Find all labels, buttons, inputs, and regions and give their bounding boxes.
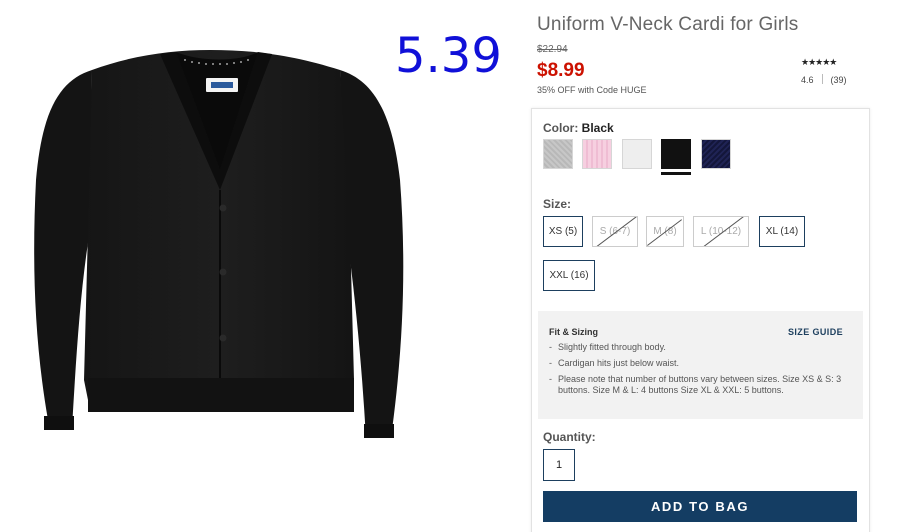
left-sleeve — [34, 70, 92, 428]
fit-note: Please note that number of buttons vary … — [549, 374, 854, 396]
size-label: Size: — [543, 197, 572, 211]
quantity-input[interactable]: 1 — [543, 449, 575, 481]
rating-separator — [821, 74, 823, 84]
selected-swatch-indicator — [661, 172, 691, 175]
rating-value: 4.6 — [801, 75, 814, 85]
product-image — [34, 50, 404, 438]
selected-color: Black — [581, 121, 614, 135]
fit-sizing-box: Fit & Sizing SIZE GUIDE Slightly fitted … — [538, 311, 863, 419]
product-title: Uniform V-Neck Cardi for Girls — [537, 14, 799, 35]
sale-price: $8.99 — [537, 60, 585, 81]
swatch-navy[interactable] — [701, 139, 731, 169]
fit-sizing-title: Fit & Sizing — [549, 327, 598, 337]
promo-text: 35% OFF with Code HUGE — [537, 85, 647, 95]
ribbed-hem — [88, 378, 354, 412]
size-option-s[interactable]: S (6-7) — [592, 216, 638, 247]
size-option-l[interactable]: L (10-12) — [693, 216, 749, 247]
original-price: $22.94 — [537, 44, 568, 55]
swatch-white[interactable] — [622, 139, 652, 169]
size-guide-link[interactable]: SIZE GUIDE — [788, 327, 843, 337]
size-option-m[interactable]: M (8) — [646, 216, 684, 247]
swatch-pink[interactable] — [582, 139, 612, 169]
add-to-bag-button[interactable]: ADD TO BAG — [543, 491, 857, 522]
size-option-xs[interactable]: XS (5) — [543, 216, 583, 247]
size-option-xl[interactable]: XL (14) — [759, 216, 805, 247]
fit-note: Slightly fitted through body. — [549, 342, 854, 353]
rating-meta: 4.6 (39) — [801, 74, 861, 85]
overlay-number: 5.39 — [395, 28, 502, 84]
rating[interactable]: ★★★★★ 4.6 (39) — [801, 58, 861, 85]
color-label: Color: Black — [543, 121, 614, 135]
review-count[interactable]: (39) — [831, 75, 847, 85]
rating-stars-icon: ★★★★★ — [801, 58, 837, 68]
quantity-label: Quantity: — [543, 430, 596, 444]
swatch-black[interactable] — [661, 139, 691, 169]
fit-notes-list: Slightly fitted through body. Cardigan h… — [549, 342, 854, 401]
fit-note: Cardigan hits just below waist. — [549, 358, 854, 369]
swatch-heather-gray[interactable] — [543, 139, 573, 169]
color-label-text: Color: — [543, 121, 579, 135]
size-option-xxl[interactable]: XXL (16) — [543, 260, 595, 291]
